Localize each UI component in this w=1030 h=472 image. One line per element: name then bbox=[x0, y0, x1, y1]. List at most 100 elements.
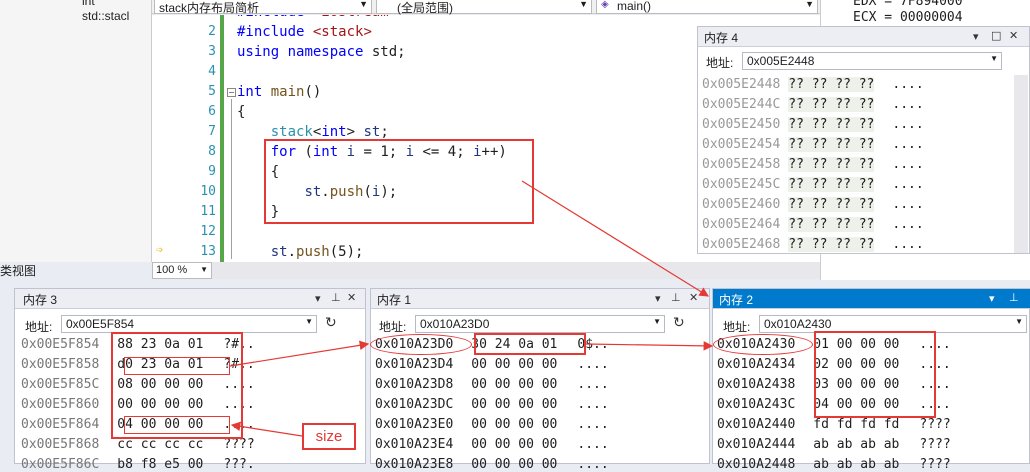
memory4-title-bar[interactable]: 内存 4 ▾ □ ✕ bbox=[698, 27, 1029, 47]
memory-bytes[interactable]: ?? ?? ?? ?? bbox=[788, 157, 875, 172]
breakpoint-arrow-icon: ➩ bbox=[156, 243, 164, 257]
memory-bytes[interactable]: fd fd fd fd bbox=[813, 417, 899, 432]
code-line: int main() bbox=[237, 84, 322, 100]
refresh-icon[interactable]: ↻ bbox=[325, 315, 337, 331]
memory-bytes[interactable]: ?? ?? ?? ?? bbox=[788, 137, 875, 152]
memory-address: 0x00E5F858 bbox=[21, 357, 100, 372]
memory4-address-input[interactable]: 0x005E2448 ▼ bbox=[742, 52, 1002, 70]
memory-row[interactable]: 0x010A23D4 00 00 00 00.... bbox=[375, 357, 609, 372]
memory-row[interactable]: 0x005E2454 ?? ?? ?? ??.... bbox=[702, 137, 924, 152]
memory-row[interactable]: 0x010A2444 ab ab ab ab???? bbox=[717, 437, 951, 452]
dropdown-icon[interactable]: ▾ bbox=[315, 292, 321, 305]
memory-bytes[interactable]: ?? ?? ?? ?? bbox=[788, 97, 875, 112]
memory-bytes[interactable]: b8 f8 e5 00 bbox=[117, 457, 203, 472]
close-icon[interactable]: ✕ bbox=[689, 291, 698, 304]
memory1-address-input[interactable]: 0x010A23D0 ▼ bbox=[415, 315, 665, 333]
memory-row[interactable]: 0x005E2464 ?? ?? ?? ??.... bbox=[702, 217, 924, 232]
memory-ascii: .... bbox=[577, 437, 609, 452]
memory4-vscroll[interactable] bbox=[1014, 75, 1028, 253]
memory-bytes[interactable]: 00 00 00 00 bbox=[471, 377, 557, 392]
memory-bytes[interactable]: 00 00 00 00 bbox=[471, 397, 557, 412]
annotation-mem1-value-box bbox=[474, 333, 586, 355]
memory-row[interactable]: 0x005E2458 ?? ?? ?? ??.... bbox=[702, 157, 924, 172]
memory-bytes[interactable]: ?? ?? ?? ?? bbox=[788, 217, 875, 232]
close-icon[interactable]: ✕ bbox=[1009, 29, 1018, 42]
memory-row[interactable]: 0x005E244C ?? ?? ?? ??.... bbox=[702, 97, 924, 112]
pin-icon[interactable]: ⊥ bbox=[331, 291, 341, 304]
memory-row[interactable]: 0x010A23D8 00 00 00 00.... bbox=[375, 377, 609, 392]
memory-bytes[interactable]: 00 00 00 00 bbox=[471, 437, 557, 452]
memory-row[interactable]: 0x010A2448 ab ab ab ab???? bbox=[717, 457, 951, 472]
memory-bytes[interactable]: ?? ?? ?? ?? bbox=[788, 117, 875, 132]
memory-bytes[interactable]: ?? ?? ?? ?? bbox=[788, 197, 875, 212]
pin-icon[interactable]: ⊥ bbox=[1009, 291, 1019, 304]
memory-bytes[interactable]: 00 00 00 00 bbox=[471, 417, 557, 432]
memory-row[interactable]: 0x010A23DC 00 00 00 00.... bbox=[375, 397, 609, 412]
nav-scope-label: (全局范围) bbox=[397, 1, 453, 15]
memory-bytes[interactable]: ?? ?? ?? ?? bbox=[788, 237, 875, 252]
memory-address: 0x00E5F864 bbox=[21, 417, 100, 432]
memory2-title: 内存 2 bbox=[719, 293, 754, 307]
memory-bytes[interactable]: ?? ?? ?? ?? bbox=[788, 77, 875, 92]
memory3-title: 内存 3 bbox=[23, 293, 58, 307]
memory-row[interactable]: 0x010A23E4 00 00 00 00.... bbox=[375, 437, 609, 452]
memory-bytes[interactable]: ab ab ab ab bbox=[813, 437, 899, 452]
memory3-address-input[interactable]: 0x00E5F854 ▼ bbox=[61, 315, 317, 333]
editor-nav-bar: stack内存布局简析 ▼ (全局范围) ▼ ◈ main() ▼ bbox=[152, 0, 820, 15]
zoom-dropdown[interactable]: 100 % ▼ bbox=[152, 262, 212, 279]
memory-address: 0x010A2434 bbox=[717, 357, 796, 372]
memory-row[interactable]: 0x010A23E8 00 00 00 00.... bbox=[375, 457, 609, 472]
refresh-icon[interactable]: ↻ bbox=[673, 315, 685, 331]
memory-ascii: .... bbox=[892, 117, 924, 132]
memory-row[interactable]: 0x010A2440 fd fd fd fd???? bbox=[717, 417, 951, 432]
line-number: 1 bbox=[186, 15, 216, 19]
line-number: 3 bbox=[208, 44, 216, 59]
memory-row[interactable]: 0x005E245C ?? ?? ?? ??.... bbox=[702, 177, 924, 192]
dropdown-icon[interactable]: ▾ bbox=[655, 292, 661, 305]
memory-row[interactable]: 0x010A23E0 00 00 00 00.... bbox=[375, 417, 609, 432]
memory-ascii: .... bbox=[892, 197, 924, 212]
memory-bytes[interactable]: 00 00 00 00 bbox=[471, 457, 557, 472]
memory-address: 0x010A23E8 bbox=[375, 457, 454, 472]
line-number: 2 bbox=[208, 24, 216, 39]
memory-row[interactable]: 0x005E2450 ?? ?? ?? ??.... bbox=[702, 117, 924, 132]
memory-row[interactable]: 0x00E5F86C b8 f8 e5 00???. bbox=[21, 457, 255, 472]
memory2-title-bar[interactable]: 内存 2 ▾ ⊥ bbox=[713, 289, 1030, 309]
solution-item-stack[interactable]: std::stacl bbox=[82, 9, 129, 23]
memory-row[interactable]: 0x005E2468 ?? ?? ?? ??.... bbox=[702, 237, 924, 252]
chevron-down-icon: ▼ bbox=[200, 265, 208, 274]
memory3-title-bar[interactable]: 内存 3 ▾ ⊥ ✕ bbox=[15, 289, 365, 309]
class-view-tab[interactable]: 类视图 bbox=[0, 262, 152, 280]
memory1-title-bar[interactable]: 内存 1 ▾ ⊥ ✕ bbox=[371, 289, 709, 309]
editor-hscroll[interactable] bbox=[212, 262, 820, 279]
nav-scope-dropdown[interactable]: (全局范围) ▼ bbox=[376, 0, 592, 15]
memory-address: 0x010A23E0 bbox=[375, 417, 454, 432]
pin-icon[interactable]: ⊥ bbox=[671, 291, 681, 304]
line-number: 12 bbox=[200, 224, 216, 239]
memory-address: 0x005E2450 bbox=[702, 117, 781, 132]
annotation-mem1-addr-ellipse bbox=[370, 334, 472, 355]
close-icon[interactable]: ✕ bbox=[347, 291, 356, 304]
maximize-icon[interactable]: □ bbox=[991, 29, 1001, 42]
solution-item-int[interactable]: int bbox=[82, 0, 95, 8]
memory-bytes[interactable]: cc cc cc cc bbox=[117, 437, 203, 452]
memory-row[interactable]: 0x005E2460 ?? ?? ?? ??.... bbox=[702, 197, 924, 212]
chevron-down-icon: ▼ bbox=[305, 317, 313, 326]
memory-address: 0x00E5F854 bbox=[21, 337, 100, 352]
nav-func-dropdown[interactable]: ◈ main() ▼ bbox=[596, 0, 818, 14]
dropdown-icon[interactable]: ▾ bbox=[989, 292, 995, 305]
line-number: 4 bbox=[208, 64, 216, 79]
memory-row[interactable]: 0x005E2448 ?? ?? ?? ??.... bbox=[702, 77, 924, 92]
memory-row[interactable]: 0x00E5F868 cc cc cc cc???? bbox=[21, 437, 255, 452]
memory-address: 0x005E2458 bbox=[702, 157, 781, 172]
chevron-down-icon: ▼ bbox=[359, 0, 368, 9]
memory-bytes[interactable]: ?? ?? ?? ?? bbox=[788, 177, 875, 192]
collapse-main-icon: − bbox=[227, 88, 236, 97]
nav-file-dropdown[interactable]: stack内存布局简析 ▼ bbox=[154, 0, 372, 15]
memory-bytes[interactable]: 00 00 00 00 bbox=[471, 357, 557, 372]
memory-ascii: .... bbox=[577, 397, 609, 412]
memory-address: 0x010A243C bbox=[717, 397, 796, 412]
annotation-mem2-values-box bbox=[814, 331, 936, 418]
dropdown-icon[interactable]: ▾ bbox=[973, 30, 979, 43]
memory-bytes[interactable]: ab ab ab ab bbox=[813, 457, 899, 472]
